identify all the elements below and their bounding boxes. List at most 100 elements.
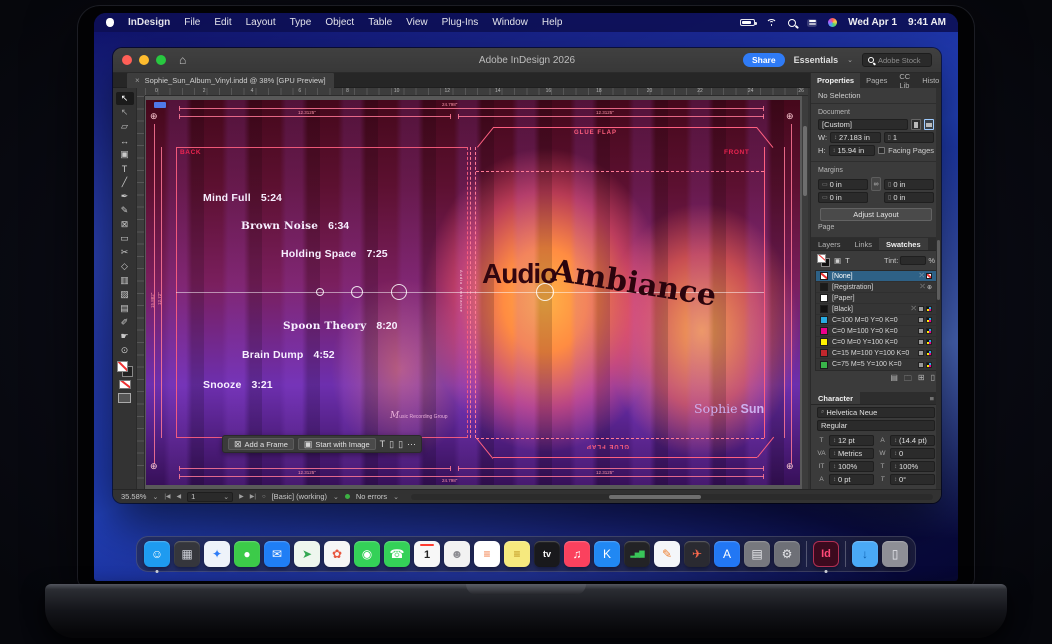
workspace-switcher[interactable]: Essentials (794, 55, 839, 65)
document-canvas[interactable]: 02 46 810 1214 1618 2022 2426 (137, 88, 808, 489)
app-icon-mail[interactable]: ✉ (264, 541, 290, 567)
close-window-button[interactable] (122, 55, 132, 65)
preflight-profile[interactable]: [Basic] (working) (272, 492, 327, 501)
app-icon-indesign[interactable]: Id (813, 541, 839, 567)
scissors-tool[interactable]: ✂ (116, 246, 134, 259)
menu-time[interactable]: 9:41 AM (908, 17, 946, 28)
type-tool[interactable]: T (116, 162, 134, 175)
app-icon-freeform[interactable]: ▤ (744, 541, 770, 567)
app-icon-calendar[interactable]: 1 (414, 541, 440, 567)
formatting-affects-icon[interactable]: ▣ (834, 256, 841, 265)
swatch-views-icon[interactable]: ▤ (890, 373, 898, 387)
tab-properties[interactable]: Properties (811, 73, 860, 88)
app-icon-notes[interactable]: ≡ (504, 541, 530, 567)
siri-icon[interactable] (828, 18, 837, 27)
preflight-icon[interactable]: ○ (262, 494, 266, 500)
app-icon-safari[interactable]: ✦ (204, 541, 230, 567)
more-options-icon[interactable]: ⋯ (407, 439, 416, 450)
menu-item-view[interactable]: View (406, 17, 428, 28)
app-icon-pages[interactable]: ✎ (654, 541, 680, 567)
pencil-tool[interactable]: ✎ (116, 204, 134, 217)
landscape-orientation-button[interactable] (924, 119, 934, 130)
last-spread-button[interactable]: ▶| (250, 493, 256, 500)
app-icon-numbers[interactable]: ▂▅▇ (624, 541, 650, 567)
screen-mode-button[interactable] (118, 393, 131, 403)
adjust-layout-button[interactable]: Adjust Layout (820, 208, 932, 221)
tracking-field[interactable]: ↕0 (890, 448, 935, 459)
selection-tool[interactable]: ↖ (116, 92, 134, 105)
add-frame-button[interactable]: ⊠Add a Frame (228, 438, 294, 450)
menu-item-help[interactable]: Help (542, 17, 563, 28)
page-icon[interactable]: ▯ (389, 439, 394, 450)
line-tool[interactable]: ╱ (116, 176, 134, 189)
menu-item-file[interactable]: File (184, 17, 200, 28)
tint-field[interactable] (900, 256, 926, 265)
downloads-folder-icon[interactable]: ↓ (852, 541, 878, 567)
type-icon[interactable]: T (380, 439, 386, 449)
baseline-shift-field[interactable]: ↕0 pt (829, 474, 874, 485)
swatch-magenta[interactable]: C=0 M=100 Y=0 K=0 (816, 326, 936, 337)
margin-top-field[interactable]: ▭0 in (818, 179, 868, 190)
app-icon-facetime[interactable]: ◉ (354, 541, 380, 567)
menu-item-table[interactable]: Table (368, 17, 392, 28)
zoom-tool[interactable]: ⊙ (116, 344, 134, 357)
menu-item-type[interactable]: Type (290, 17, 312, 28)
text-formatting-icon[interactable]: T (845, 256, 850, 265)
horizontal-scale-field[interactable]: ↕100% (890, 461, 935, 472)
tab-swatches[interactable]: Swatches (879, 238, 928, 250)
next-page-button[interactable]: ▶ (239, 493, 244, 500)
album-artwork[interactable]: 24.798" 12.3125" 12.3125" 12.3125" 12.31… (146, 100, 800, 485)
apply-none-button[interactable] (119, 380, 131, 389)
app-icon-settings[interactable]: ⚙ (774, 541, 800, 567)
menu-item-layout[interactable]: Layout (246, 17, 276, 28)
wifi-icon[interactable] (766, 19, 777, 27)
zoom-window-button[interactable] (156, 55, 166, 65)
kerning-field[interactable]: ↕Metrics (829, 448, 874, 459)
swatch-none[interactable]: [None]⤫ (816, 271, 936, 282)
spotlight-icon[interactable] (788, 19, 796, 27)
font-style-field[interactable]: Regular (817, 420, 935, 431)
tab-close-icon[interactable]: × (135, 76, 140, 85)
swatch-green[interactable]: C=75 M=5 Y=100 K=0 (816, 359, 936, 370)
margin-right-field[interactable]: ▯0 in (884, 192, 934, 203)
margin-bottom-field[interactable]: ▭0 in (818, 192, 868, 203)
vertical-ruler[interactable] (137, 96, 145, 489)
app-icon-keynote[interactable]: K (594, 541, 620, 567)
menu-date[interactable]: Wed Apr 1 (848, 17, 897, 28)
link-margins-icon[interactable]: ∞ (871, 177, 881, 191)
free-transform-tool[interactable]: ◇ (116, 260, 134, 273)
fill-stroke-swatch[interactable] (117, 361, 133, 377)
font-size-field[interactable]: ↕12 pt (829, 435, 874, 446)
swatch-registration[interactable]: [Registration]⤫⊕ (816, 282, 936, 293)
delete-swatch-icon[interactable]: ▯ (931, 373, 935, 387)
menu-item-window[interactable]: Window (492, 17, 528, 28)
app-icon-music[interactable]: ♫ (564, 541, 590, 567)
first-spread-button[interactable]: |◀ (164, 493, 170, 500)
direct-selection-tool[interactable]: ↖ (116, 106, 134, 119)
menu-item-indesign[interactable]: InDesign (128, 17, 170, 28)
width-field[interactable]: ↕27.183 in (830, 132, 880, 143)
gradient-tool[interactable]: ▥ (116, 274, 134, 287)
new-swatch-icon[interactable]: ⊞ (918, 373, 925, 387)
swatch-cyan[interactable]: C=100 M=0 Y=0 K=0 (816, 315, 936, 326)
menu-item-edit[interactable]: Edit (214, 17, 231, 28)
panel-scrollbar[interactable] (936, 88, 941, 489)
app-icon-messages[interactable]: ● (234, 541, 260, 567)
trash-icon[interactable]: ▯ (882, 541, 908, 567)
pen-tool[interactable]: ✒ (116, 190, 134, 203)
menu-item-plugins[interactable]: Plug-Ins (442, 17, 479, 28)
minimize-window-button[interactable] (139, 55, 149, 65)
app-icon-rocket[interactable]: ✈ (684, 541, 710, 567)
page-badge[interactable] (154, 102, 166, 108)
vertical-scale-field[interactable]: ↕100% (829, 461, 874, 472)
battery-icon[interactable] (740, 19, 755, 26)
swatch-yellow[interactable]: C=0 M=0 Y=100 K=0 (816, 337, 936, 348)
apple-logo-icon[interactable] (106, 18, 114, 27)
swatch-paper[interactable]: [Paper] (816, 293, 936, 304)
tab-character[interactable]: Character (811, 392, 860, 404)
preflight-status[interactable]: No errors (356, 492, 387, 501)
app-icon-contacts[interactable]: ☻ (444, 541, 470, 567)
home-icon[interactable]: ⌂ (179, 53, 186, 67)
facing-pages-checkbox[interactable] (878, 147, 885, 154)
app-icon-photos[interactable]: ✿ (324, 541, 350, 567)
